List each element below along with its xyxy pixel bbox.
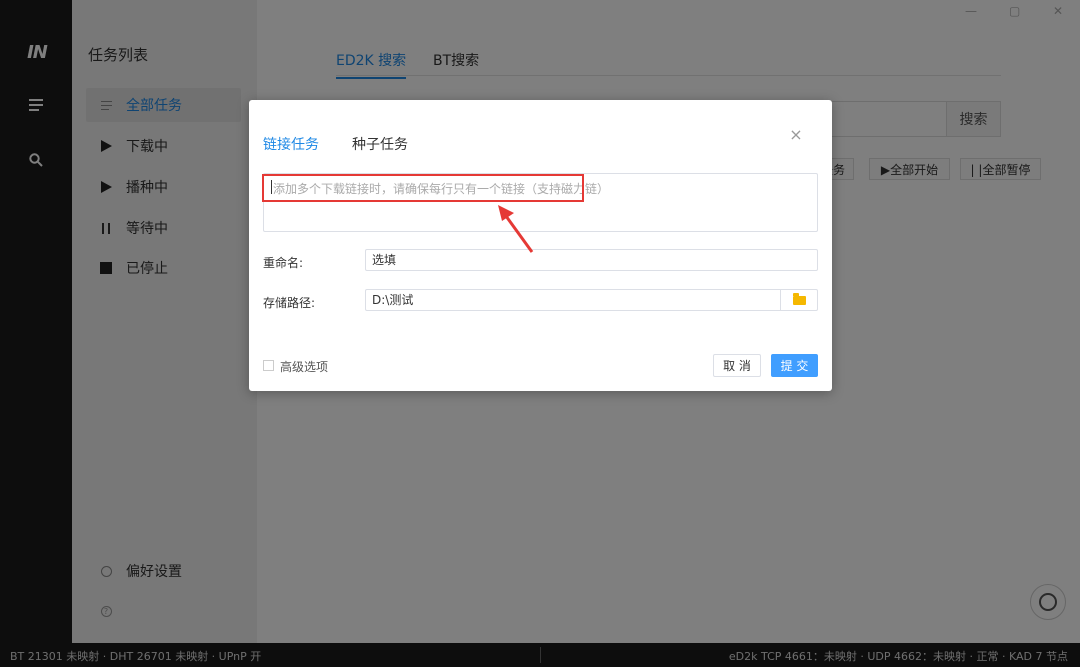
annotation-arrow-icon [498,205,534,253]
submit-button[interactable]: 提 交 [771,354,818,377]
cancel-button[interactable]: 取 消 [713,354,761,377]
close-icon[interactable]: × [789,127,803,143]
rename-label: 重命名: [263,256,304,270]
advanced-options-checkbox[interactable] [263,360,274,371]
advanced-options-label: 高级选项 [280,360,329,374]
tab-torrent-task[interactable]: 种子任务 [352,134,408,154]
tab-link-task[interactable]: 链接任务 [263,134,319,154]
rename-input[interactable]: 选填 [365,249,818,271]
path-input[interactable]: D:\测试 [365,289,818,311]
annotation-highlight-box [262,174,584,202]
folder-icon [793,292,806,305]
browse-folder-button[interactable] [780,289,818,311]
path-label: 存储路径: [263,296,316,310]
